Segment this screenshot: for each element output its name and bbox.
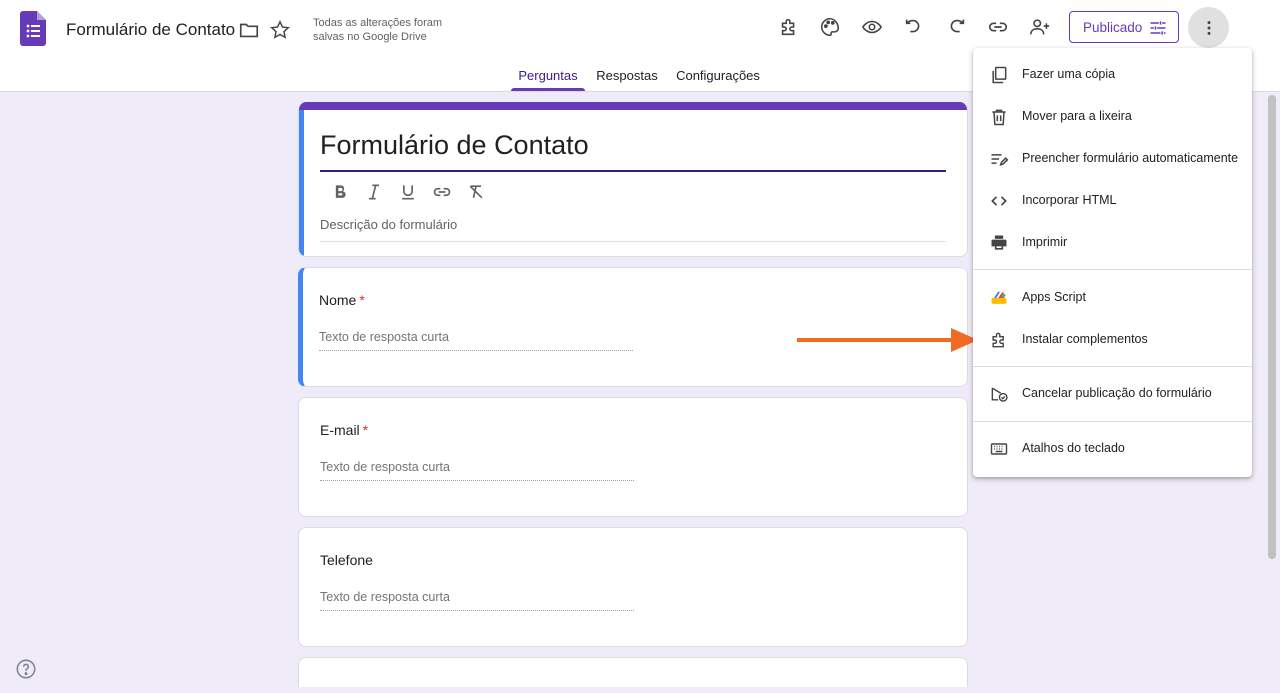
help-icon[interactable] [15, 658, 37, 680]
tune-icon [1150, 21, 1166, 35]
menu-item-label: Instalar complementos [1022, 332, 1148, 346]
preview-eye-icon[interactable] [860, 15, 884, 39]
underline-icon[interactable] [391, 180, 425, 204]
menu-divider [973, 269, 1252, 270]
menu-item-embed-html[interactable]: Incorporar HTML [973, 180, 1252, 222]
menu-item-autofill[interactable]: Preencher formulário automaticamente [973, 138, 1252, 180]
selected-indicator [299, 110, 304, 256]
bold-icon[interactable] [323, 180, 357, 204]
menu-item-label: Imprimir [1022, 235, 1068, 249]
menu-item-install-addons[interactable]: Instalar complementos [973, 319, 1252, 361]
more-options-button[interactable] [1188, 7, 1229, 48]
question-label: Telefone [320, 552, 373, 568]
more-vert-icon [1207, 20, 1210, 35]
menu-item-label: Incorporar HTML [1022, 193, 1117, 207]
question-label: Nome [319, 292, 357, 308]
short-answer-placeholder: Texto de resposta curta [320, 460, 634, 481]
form-title-card[interactable]: Formulário de Contato Descrição do formu… [298, 102, 968, 257]
more-options-menu: Fazer uma cópia Mover para a lixeira Pre… [973, 48, 1252, 477]
save-status-text: Todas as alterações foram salvas no Goog… [313, 17, 443, 43]
active-tab-indicator [511, 88, 585, 91]
apps-script-icon [987, 286, 1011, 310]
question-card-partial[interactable] [298, 657, 968, 687]
menu-item-label: Mover para a lixeira [1022, 109, 1132, 123]
folder-icon[interactable] [237, 18, 261, 42]
menu-item-keyboard-shortcuts[interactable]: Atalhos do teclado [973, 428, 1252, 470]
italic-icon[interactable] [357, 180, 391, 204]
add-collaborator-icon[interactable] [1028, 15, 1052, 39]
document-title[interactable]: Formulário de Contato [66, 20, 235, 40]
autofill-icon [987, 147, 1011, 171]
form-description-input[interactable]: Descrição do formulário [320, 217, 946, 242]
link-icon[interactable] [425, 180, 459, 204]
palette-icon[interactable] [818, 15, 842, 39]
menu-item-make-copy[interactable]: Fazer uma cópia [973, 54, 1252, 96]
menu-item-label: Apps Script [1022, 290, 1086, 304]
required-marker: * [362, 422, 369, 438]
question-title: Nome * [319, 292, 365, 308]
addons-icon [987, 328, 1011, 352]
addons-icon[interactable] [777, 15, 801, 39]
print-icon [987, 231, 1011, 255]
theme-color-band [299, 102, 967, 110]
star-icon[interactable] [268, 18, 292, 42]
tab-configuracoes[interactable]: Configurações [672, 62, 764, 92]
highlight-arrow [797, 328, 978, 352]
unpublish-icon [987, 382, 1011, 406]
menu-item-apps-script[interactable]: Apps Script [973, 277, 1252, 319]
form-title-input[interactable]: Formulário de Contato [320, 130, 946, 172]
published-button[interactable]: Publicado [1069, 11, 1179, 43]
question-label: E-mail [320, 422, 360, 438]
undo-icon[interactable] [902, 15, 926, 39]
menu-item-move-to-trash[interactable]: Mover para a lixeira [973, 96, 1252, 138]
menu-item-print[interactable]: Imprimir [973, 222, 1252, 264]
forms-logo-icon[interactable] [20, 11, 46, 46]
format-toolbar [323, 180, 493, 204]
menu-item-label: Preencher formulário automaticamente [1022, 151, 1239, 165]
menu-item-label: Fazer uma cópia [1022, 67, 1116, 81]
published-button-label: Publicado [1083, 19, 1143, 35]
clear-format-icon[interactable] [459, 180, 493, 204]
short-answer-placeholder: Texto de resposta curta [320, 590, 634, 611]
keyboard-icon [987, 437, 1011, 461]
question-card[interactable]: Telefone Texto de resposta curta [298, 527, 968, 647]
link-icon[interactable] [986, 15, 1010, 39]
menu-item-unpublish[interactable]: Cancelar publicação do formulário [973, 373, 1252, 415]
tab-respostas[interactable]: Respostas [592, 62, 662, 92]
menu-divider [973, 366, 1252, 367]
question-title: E-mail * [320, 422, 368, 438]
code-icon [987, 189, 1011, 213]
redo-icon[interactable] [944, 15, 968, 39]
required-marker: * [359, 292, 365, 308]
scrollbar[interactable] [1268, 95, 1276, 559]
short-answer-placeholder: Texto de resposta curta [319, 330, 633, 351]
trash-icon [987, 105, 1011, 129]
question-title: Telefone [320, 552, 373, 568]
menu-divider [973, 421, 1252, 422]
copy-icon [987, 63, 1011, 87]
question-card[interactable]: E-mail * Texto de resposta curta [298, 397, 968, 517]
menu-item-label: Atalhos do teclado [1022, 441, 1125, 455]
menu-item-label: Cancelar publicação do formulário [1022, 386, 1212, 400]
